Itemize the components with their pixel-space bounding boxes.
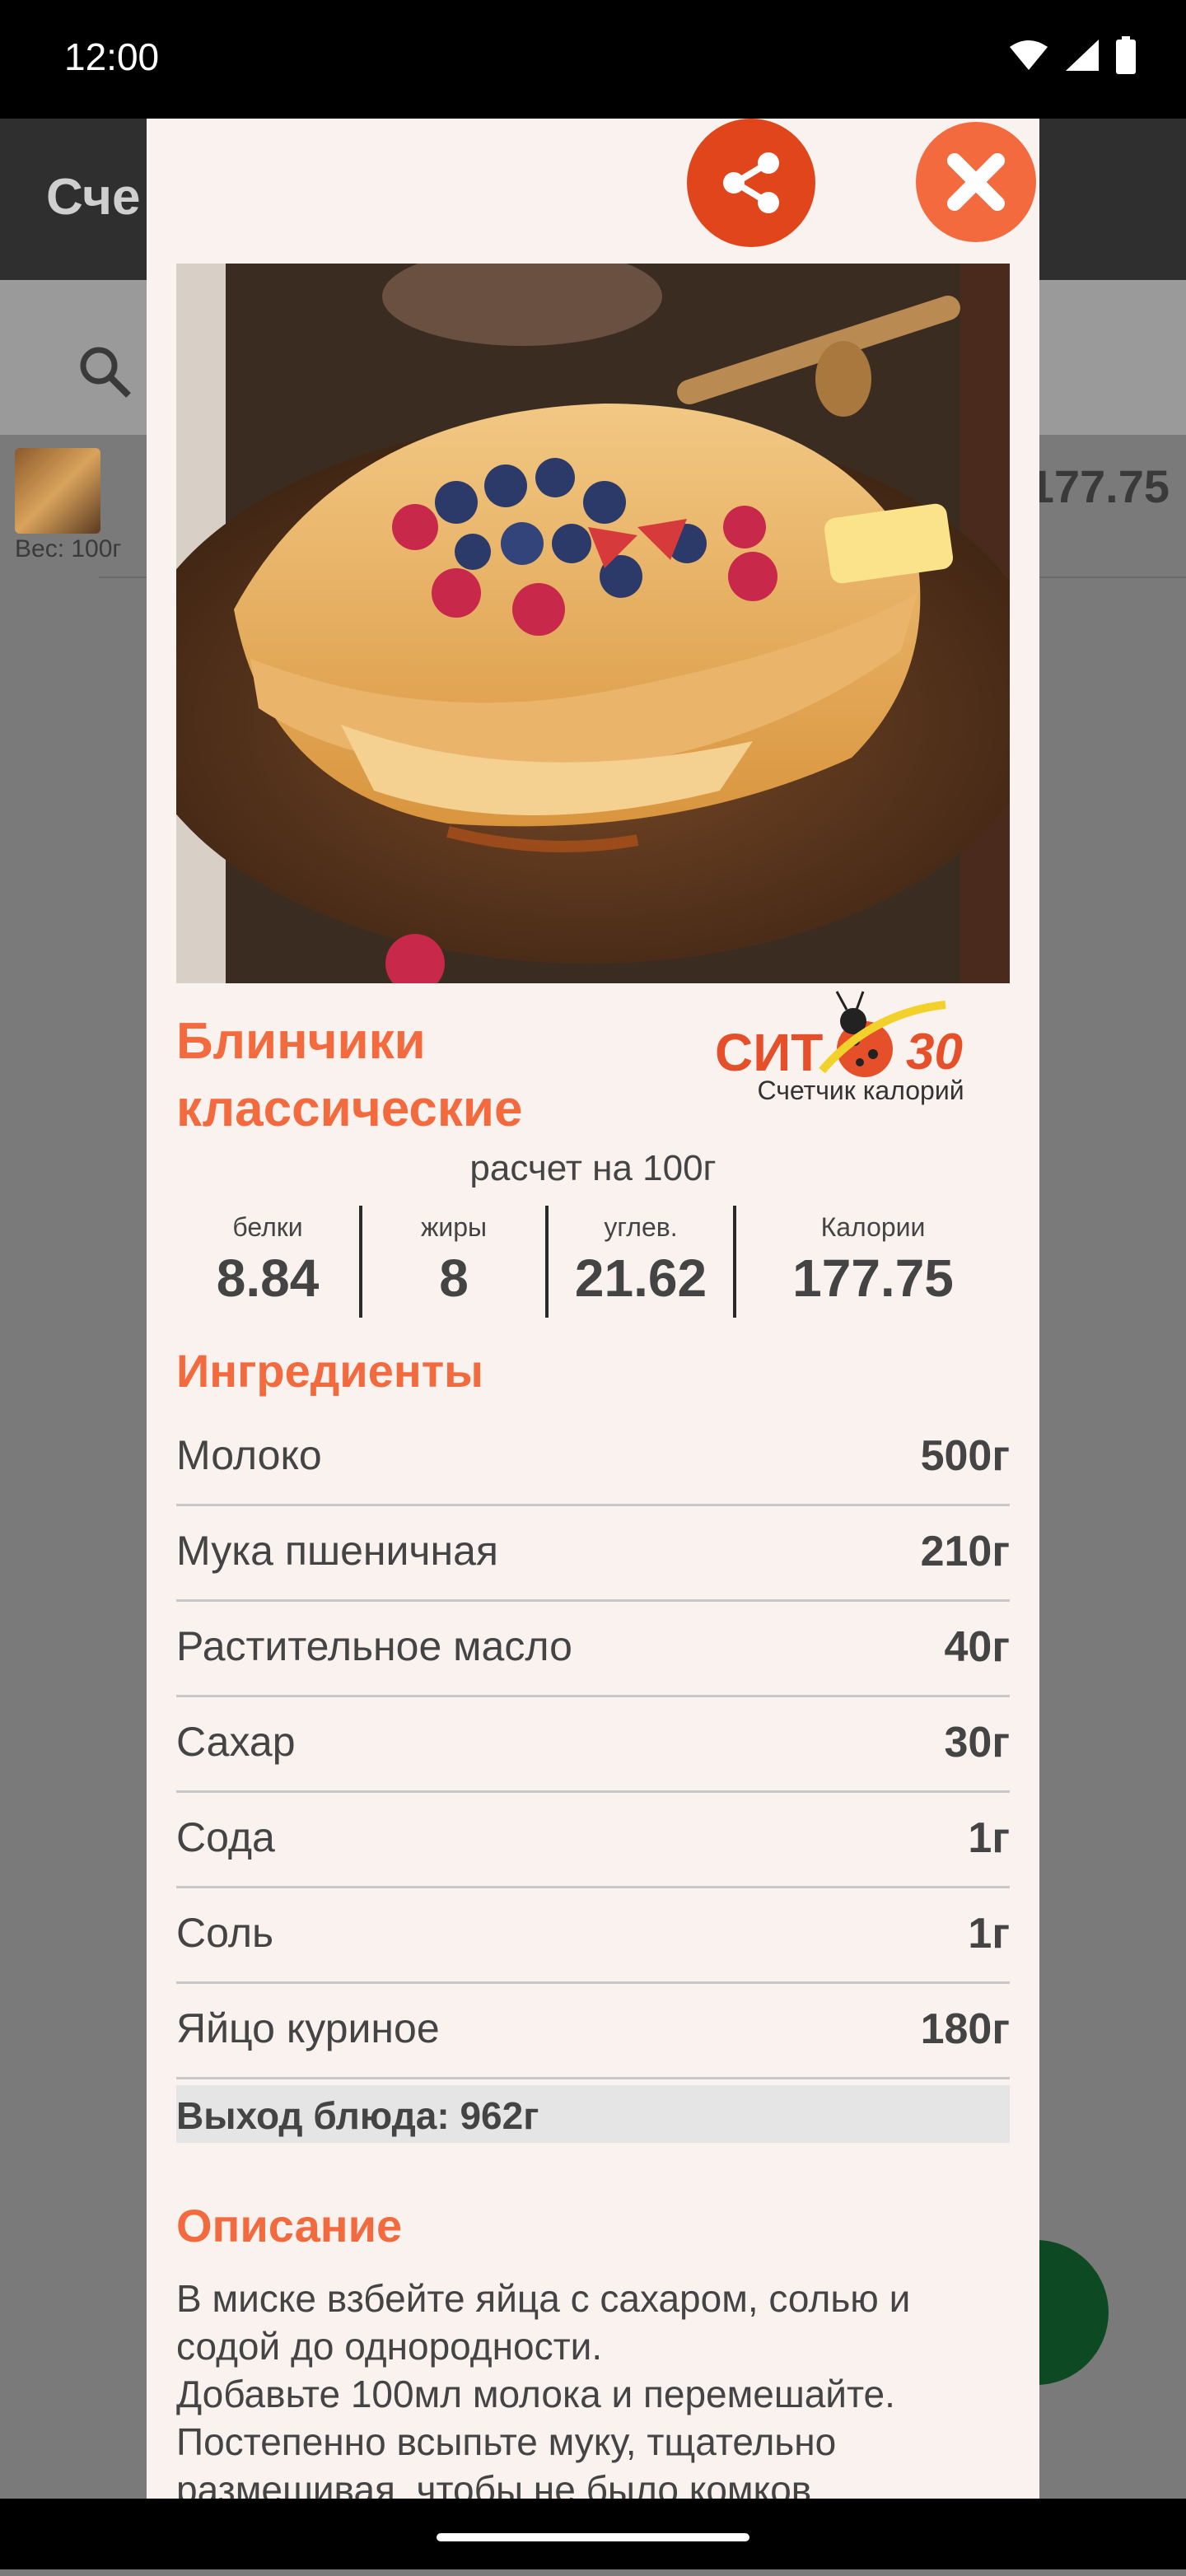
macro-value: 21.62 [574,1248,707,1308]
macro-label: жиры [420,1212,488,1242]
ingredient-amount: 180г [920,2005,1010,2053]
ingredient-amount: 40г [944,1623,1011,1671]
battery-icon [1116,36,1136,74]
logo-brand-number: 30 [906,1024,963,1079]
status-bar: 12:00 [0,0,1186,119]
ladybug-logo-icon: СИТ 30 [715,991,963,1082]
share-button[interactable] [687,119,815,247]
ingredient-amount: 1г [968,1910,1010,1958]
ingredient-row: Сода 1г [176,1790,1010,1888]
ingredient-row: Сахар 30г [176,1695,1010,1793]
ingredient-row: Мука пшеничная 210г [176,1504,1010,1602]
macro-calories: Калории 177.75 [736,1206,1010,1321]
brand-logo: СИТ 30 Счетчик калорий [715,988,1028,1112]
description-heading: Описание [176,2200,403,2252]
ingredient-name: Молоко [176,1432,322,1478]
ingredient-row: Соль 1г [176,1886,1010,1984]
ingredients-heading: Ингредиенты [176,1345,483,1397]
macros-panel: белки 8.84 жиры 8 углев. 21.62 Калории 1… [176,1206,1010,1321]
close-button[interactable] [916,122,1036,242]
ingredient-row: Молоко 500г [176,1408,1010,1506]
macro-value: 8.84 [216,1248,320,1308]
ingredient-name: Яйцо куриное [176,2005,440,2051]
background-thumbnail [15,448,100,534]
recipe-dialog: Блинчики классические СИТ 30 Счетчик кал… [147,119,1039,2499]
macro-value: 177.75 [792,1248,954,1308]
macro-value: 8 [439,1248,469,1308]
background-calories: 177.75 [1028,460,1170,512]
plus-icon: + [1038,2277,1076,2350]
dish-photo [176,264,1010,983]
ingredient-name: Сахар [176,1719,296,1765]
macro-fat: жиры 8 [362,1206,545,1321]
wifi-icon [1010,40,1048,70]
ingredient-amount: 210г [920,1528,1010,1575]
background-title: Сче [46,169,141,226]
logo-caption: Счетчик калорий [757,1076,964,1105]
signal-icon [1066,40,1099,71]
ingredient-name: Растительное масло [176,1623,572,1669]
search-icon [80,347,131,398]
macro-label: углев. [604,1212,678,1242]
per-amount-label: расчет на 100г [469,1148,717,1188]
description-text: В миске взбейте яйца с сахаром, солью и … [176,2277,911,2499]
ingredient-amount: 30г [944,1719,1011,1766]
share-icon [723,152,779,213]
macro-protein: белки 8.84 [176,1206,359,1321]
ingredient-name: Мука пшеничная [176,1528,498,1574]
home-gesture-handle[interactable] [437,2533,749,2541]
macro-label: белки [232,1212,303,1242]
status-time: 12:00 [64,35,160,78]
ingredient-name: Соль [176,1910,274,1956]
recipe-title: Блинчики классические [176,1013,523,1137]
close-icon [947,153,1005,211]
navigation-bar [0,2499,1186,2569]
ingredient-amount: 500г [920,1432,1010,1480]
ingredient-amount: 1г [968,1814,1010,1862]
ingredient-name: Сода [176,1814,275,1860]
yield-bar: Выход блюда: 962г [176,2085,1010,2143]
ingredient-row: Яйцо куриное 180г [176,1981,1010,2079]
macro-label: Калории [820,1212,926,1242]
yield-text: Выход блюда: 962г [176,2094,539,2137]
ingredient-row: Растительное масло 40г [176,1599,1010,1697]
logo-brand-text: СИТ [715,1023,823,1079]
macro-carbs: углев. 21.62 [549,1206,733,1321]
status-icons [1008,36,1137,74]
background-weight: Вес: 100г [15,535,122,562]
